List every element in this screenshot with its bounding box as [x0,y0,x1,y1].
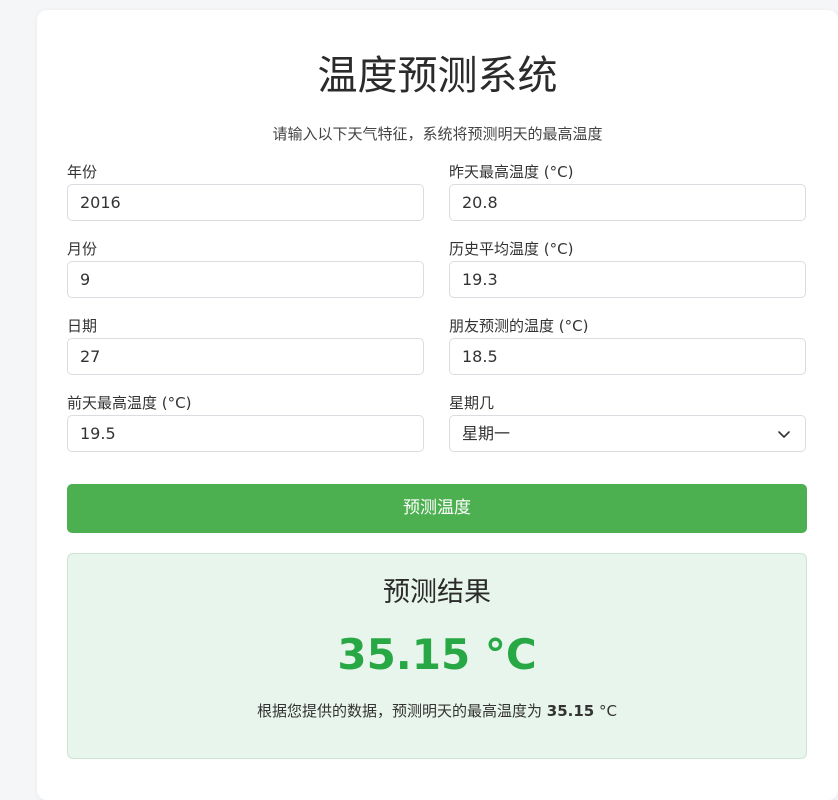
result-sentence-value: 35.15 [546,702,595,720]
result-sentence-unit: °C [599,702,617,720]
chevron-down-icon [778,431,790,438]
week-select[interactable]: 星期一 [449,415,806,452]
day-label: 日期 [67,317,98,335]
page-subtitle: 请输入以下天气特征，系统将预测明天的最高温度 [272,125,603,143]
result-sentence: 根据您提供的数据，预测明天的最高温度为 35.15 °C [68,700,806,722]
friend-label: 朋友预测的温度 (°C) [449,317,589,335]
month-label: 月份 [67,240,98,258]
prediction-card: 温度预测系统 请输入以下天气特征，系统将预测明天的最高温度 年份 2016 月份… [37,10,838,800]
temp-1-input-value: 20.8 [462,193,498,212]
week-select-value: 星期一 [462,424,511,443]
result-sentence-prefix: 根据您提供的数据，预测明天的最高温度为 [256,702,542,720]
result-value: 35.15 °C [337,630,537,679]
predict-button[interactable]: 预测温度 [67,484,807,533]
month-input[interactable]: 9 [67,261,424,298]
month-input-value: 9 [80,270,91,289]
day-input-value: 27 [80,347,101,366]
page-title: 温度预测系统 [317,53,558,99]
friend-input[interactable]: 18.5 [449,338,806,375]
temp-2-input-value: 19.5 [80,424,116,443]
average-input[interactable]: 19.3 [449,261,806,298]
year-input-value: 2016 [80,193,121,212]
friend-input-value: 18.5 [462,347,498,366]
year-input[interactable]: 2016 [67,184,424,221]
year-label: 年份 [67,163,98,181]
result-panel: 预测结果 35.15 °C 根据您提供的数据，预测明天的最高温度为 35.15 … [67,553,807,759]
result-title: 预测结果 [383,577,491,608]
week-label: 星期几 [449,394,495,412]
temp-2-input[interactable]: 19.5 [67,415,424,452]
temp-1-input[interactable]: 20.8 [449,184,806,221]
day-input[interactable]: 27 [67,338,424,375]
average-label: 历史平均温度 (°C) [449,240,574,258]
average-input-value: 19.3 [462,270,498,289]
temp-2-label: 前天最高温度 (°C) [67,394,192,412]
temp-1-label: 昨天最高温度 (°C) [449,163,574,181]
